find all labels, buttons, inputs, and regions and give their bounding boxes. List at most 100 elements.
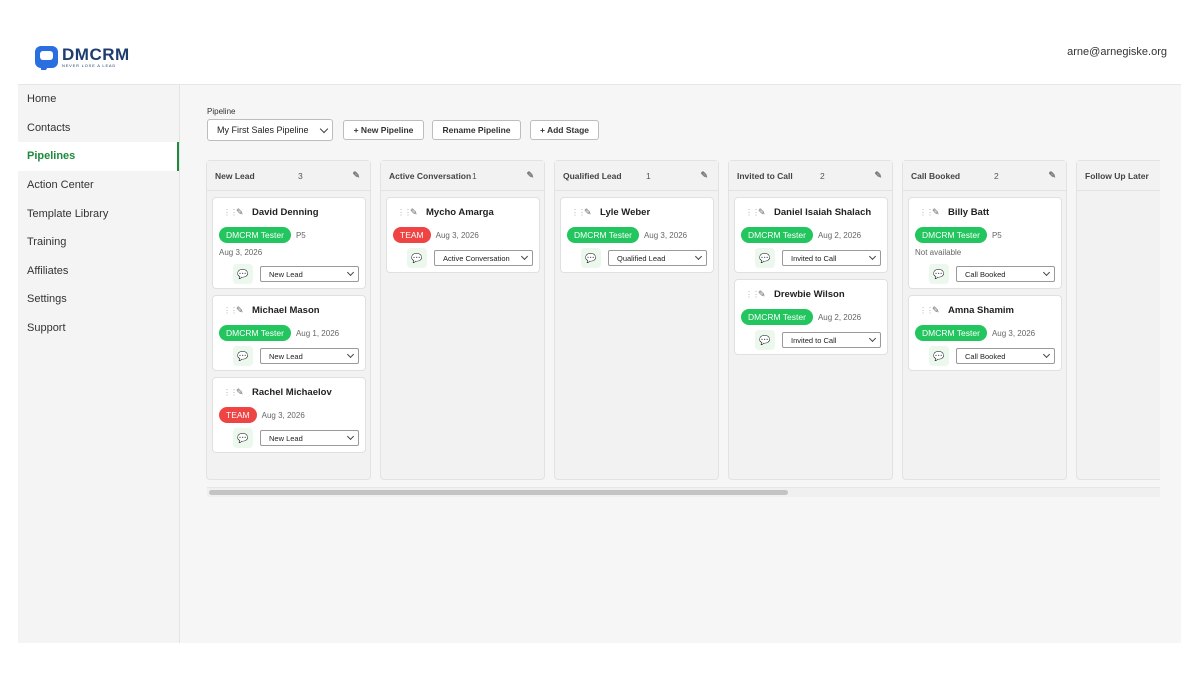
- drag-handle-icon[interactable]: ⋮⋮: [223, 388, 238, 397]
- card-header: ⋮⋮ ✎ David Denning: [213, 198, 365, 226]
- sidebar-item-home[interactable]: Home: [18, 85, 179, 114]
- chat-bubble-icon[interactable]: 💬: [233, 346, 253, 366]
- lead-card[interactable]: ⋮⋮ ✎ David Denning DMCRM Tester P5 Aug 3, 202…: [212, 197, 366, 289]
- stage-select[interactable]: Invited to Call: [782, 332, 881, 348]
- stage-select[interactable]: New Lead: [260, 266, 359, 282]
- drag-handle-icon[interactable]: ⋮⋮: [745, 208, 760, 217]
- tag-badge: DMCRM Tester: [741, 227, 813, 243]
- tag-badge: DMCRM Tester: [915, 227, 987, 243]
- lead-name[interactable]: David Denning: [252, 207, 319, 218]
- drag-handle-icon[interactable]: ⋮⋮: [919, 208, 934, 217]
- scrollbar-thumb[interactable]: [209, 490, 788, 495]
- chat-bubble-icon[interactable]: 💬: [755, 248, 775, 268]
- sidebar-item-template-library[interactable]: Template Library: [18, 199, 179, 228]
- pipeline-select[interactable]: My First Sales Pipeline: [207, 119, 333, 141]
- chat-bubble-icon[interactable]: 💬: [233, 428, 253, 448]
- new-pipeline-button[interactable]: + New Pipeline: [343, 120, 424, 140]
- chat-bubble-icon[interactable]: 💬: [581, 248, 601, 268]
- add-stage-button[interactable]: + Add Stage: [530, 120, 599, 140]
- chat-bubble-icon[interactable]: 💬: [755, 330, 775, 350]
- pencil-icon[interactable]: ✎: [758, 289, 774, 300]
- column-header: Invited to Call 2 ✎: [729, 161, 892, 191]
- board-horizontal-scrollbar[interactable]: [207, 487, 1160, 497]
- sidebar: Home Contacts Pipelines Action Center Te…: [18, 85, 180, 643]
- pencil-icon[interactable]: ✎: [758, 207, 774, 218]
- edit-stage-icon[interactable]: ✎: [352, 170, 360, 181]
- drag-handle-icon[interactable]: ⋮⋮: [571, 208, 586, 217]
- sidebar-item-support[interactable]: Support: [18, 314, 179, 343]
- rename-pipeline-button[interactable]: Rename Pipeline: [432, 120, 521, 140]
- pencil-icon[interactable]: ✎: [410, 207, 426, 218]
- pencil-icon[interactable]: ✎: [236, 387, 252, 398]
- lead-name[interactable]: Daniel Isaiah Shalach: [774, 207, 871, 218]
- lead-card[interactable]: ⋮⋮ ✎ Billy Batt DMCRM Tester P5 Not available…: [908, 197, 1062, 289]
- lead-name[interactable]: Rachel Michaelov: [252, 387, 332, 398]
- stage-select[interactable]: New Lead: [260, 430, 359, 446]
- stage-select[interactable]: New Lead: [260, 348, 359, 364]
- lead-card[interactable]: ⋮⋮ ✎ Daniel Isaiah Shalach DMCRM Tester Aug …: [734, 197, 888, 273]
- stage-select[interactable]: Active Conversation: [434, 250, 533, 266]
- sidebar-item-action-center[interactable]: Action Center: [18, 171, 179, 200]
- card-meta: Aug 2, 2026: [817, 230, 862, 240]
- card-header: ⋮⋮ ✎ Billy Batt: [909, 198, 1061, 226]
- drag-handle-icon[interactable]: ⋮⋮: [745, 290, 760, 299]
- stage-select-value: Call Booked: [965, 351, 1006, 361]
- pencil-icon[interactable]: ✎: [932, 305, 948, 316]
- pencil-icon[interactable]: ✎: [584, 207, 600, 218]
- sidebar-item-affiliates[interactable]: Affiliates: [18, 257, 179, 286]
- edit-stage-icon[interactable]: ✎: [874, 170, 882, 181]
- pencil-icon[interactable]: ✎: [932, 207, 948, 218]
- edit-stage-icon[interactable]: ✎: [526, 170, 534, 181]
- sidebar-item-training[interactable]: Training: [18, 228, 179, 257]
- edit-stage-icon[interactable]: ✎: [1048, 170, 1056, 181]
- card-actions: 💬 Call Booked: [909, 342, 1061, 370]
- chat-bubble-icon[interactable]: 💬: [233, 264, 253, 284]
- lead-name[interactable]: Amna Shamim: [948, 305, 1014, 316]
- lead-card[interactable]: ⋮⋮ ✎ Amna Shamim DMCRM Tester Aug 3, 2026 💬 Ca…: [908, 295, 1062, 371]
- drag-handle-icon[interactable]: ⋮⋮: [397, 208, 412, 217]
- sidebar-item-pipelines[interactable]: Pipelines: [18, 142, 179, 171]
- lead-name[interactable]: Lyle Weber: [600, 207, 650, 218]
- column-body: ⋮⋮ ✎ Lyle Weber DMCRM Tester Aug 3, 2026 💬 Qua…: [555, 191, 718, 273]
- lead-card[interactable]: ⋮⋮ ✎ Mycho Amarga TEAM Aug 3, 2026 💬 Active Co…: [386, 197, 540, 273]
- pencil-icon[interactable]: ✎: [236, 207, 252, 218]
- chat-bubble-icon[interactable]: 💬: [929, 264, 949, 284]
- card-actions: 💬 Invited to Call: [735, 326, 887, 354]
- chevron-down-icon: [1042, 268, 1051, 277]
- pencil-icon[interactable]: ✎: [236, 305, 252, 316]
- lead-card[interactable]: ⋮⋮ ✎ Michael Mason DMCRM Tester Aug 1, 2026 💬…: [212, 295, 366, 371]
- stage-select[interactable]: Invited to Call: [782, 250, 881, 266]
- drag-handle-icon[interactable]: ⋮⋮: [223, 208, 238, 217]
- chat-bubble-icon[interactable]: 💬: [407, 248, 427, 268]
- drag-handle-icon[interactable]: ⋮⋮: [223, 306, 238, 315]
- logo-name: DMCRM: [62, 45, 130, 64]
- lead-card[interactable]: ⋮⋮ ✎ Lyle Weber DMCRM Tester Aug 3, 2026 💬 Qua…: [560, 197, 714, 273]
- stage-select[interactable]: Call Booked: [956, 266, 1055, 282]
- lead-card[interactable]: ⋮⋮ ✎ Rachel Michaelov TEAM Aug 3, 2026 💬 New L…: [212, 377, 366, 453]
- stage-select[interactable]: Call Booked: [956, 348, 1055, 364]
- chat-bubble-icon[interactable]: 💬: [929, 346, 949, 366]
- tag-badge: DMCRM Tester: [567, 227, 639, 243]
- card-actions: 💬 New Lead: [213, 260, 365, 288]
- chevron-down-icon: [346, 268, 355, 277]
- column-body: [1077, 191, 1160, 197]
- sidebar-item-settings[interactable]: Settings: [18, 285, 179, 314]
- column-body: ⋮⋮ ✎ David Denning DMCRM Tester P5 Aug 3, 202…: [207, 191, 370, 453]
- sidebar-item-contacts[interactable]: Contacts: [18, 114, 179, 143]
- lead-name[interactable]: Drewbie Wilson: [774, 289, 845, 300]
- lead-name[interactable]: Billy Batt: [948, 207, 989, 218]
- lead-card[interactable]: ⋮⋮ ✎ Drewbie Wilson DMCRM Tester Aug 2, 2026…: [734, 279, 888, 355]
- chevron-down-icon: [868, 334, 877, 343]
- logo[interactable]: DMCRM NEVER LOSE A LEAD: [35, 45, 130, 70]
- drag-handle-icon[interactable]: ⋮⋮: [919, 306, 934, 315]
- user-email[interactable]: arne@arnegiske.org: [1067, 46, 1167, 58]
- card-tag-row: DMCRM Tester Aug 3, 2026: [561, 226, 713, 244]
- lead-name[interactable]: Michael Mason: [252, 305, 320, 316]
- card-meta: Aug 3, 2026: [643, 230, 688, 240]
- pipeline-column: Qualified Lead 1 ✎ ⋮⋮ ✎ Lyle Weber DMCRM Teste…: [554, 160, 719, 480]
- card-tag-row: TEAM Aug 3, 2026: [387, 226, 539, 244]
- lead-name[interactable]: Mycho Amarga: [426, 207, 494, 218]
- stage-select-value: Qualified Lead: [617, 253, 666, 263]
- stage-select[interactable]: Qualified Lead: [608, 250, 707, 266]
- edit-stage-icon[interactable]: ✎: [700, 170, 708, 181]
